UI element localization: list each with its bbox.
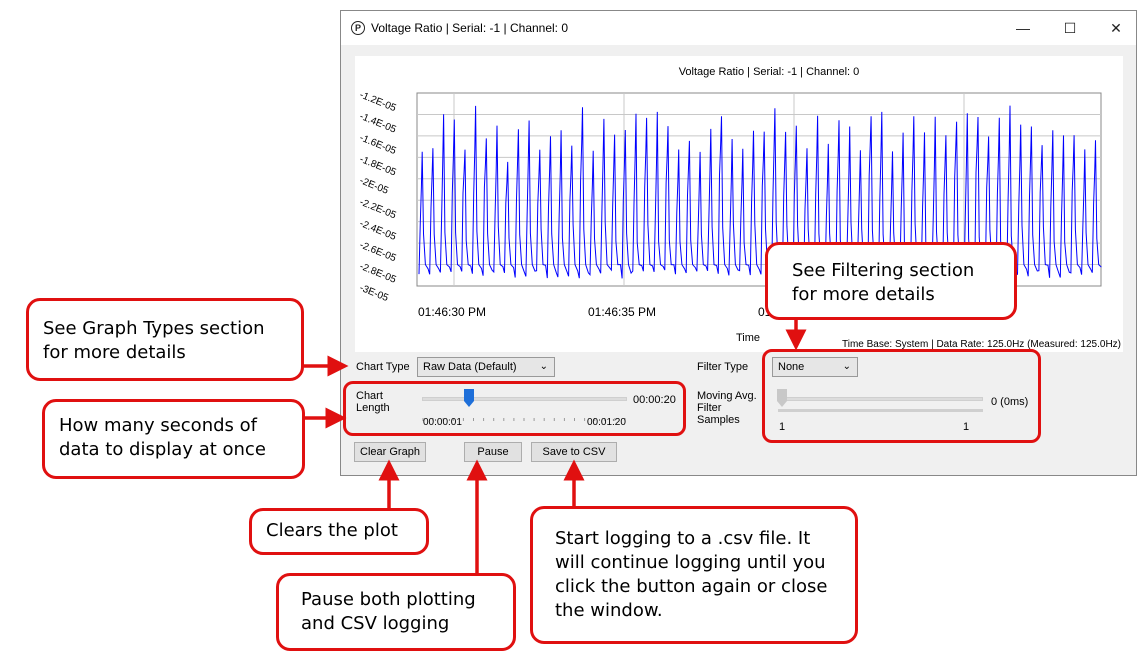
clear-callout: Clears the plot <box>249 508 429 555</box>
save-callout: Start logging to a .csv file. It will co… <box>530 506 858 644</box>
chart-length-callout: How many seconds of data to display at o… <box>42 399 305 479</box>
graph-types-callout: See Graph Types section for more details <box>26 298 304 381</box>
pause-callout: Pause both plotting and CSV logging <box>276 573 516 651</box>
filtering-callout: See Filtering section for more details <box>765 242 1017 320</box>
